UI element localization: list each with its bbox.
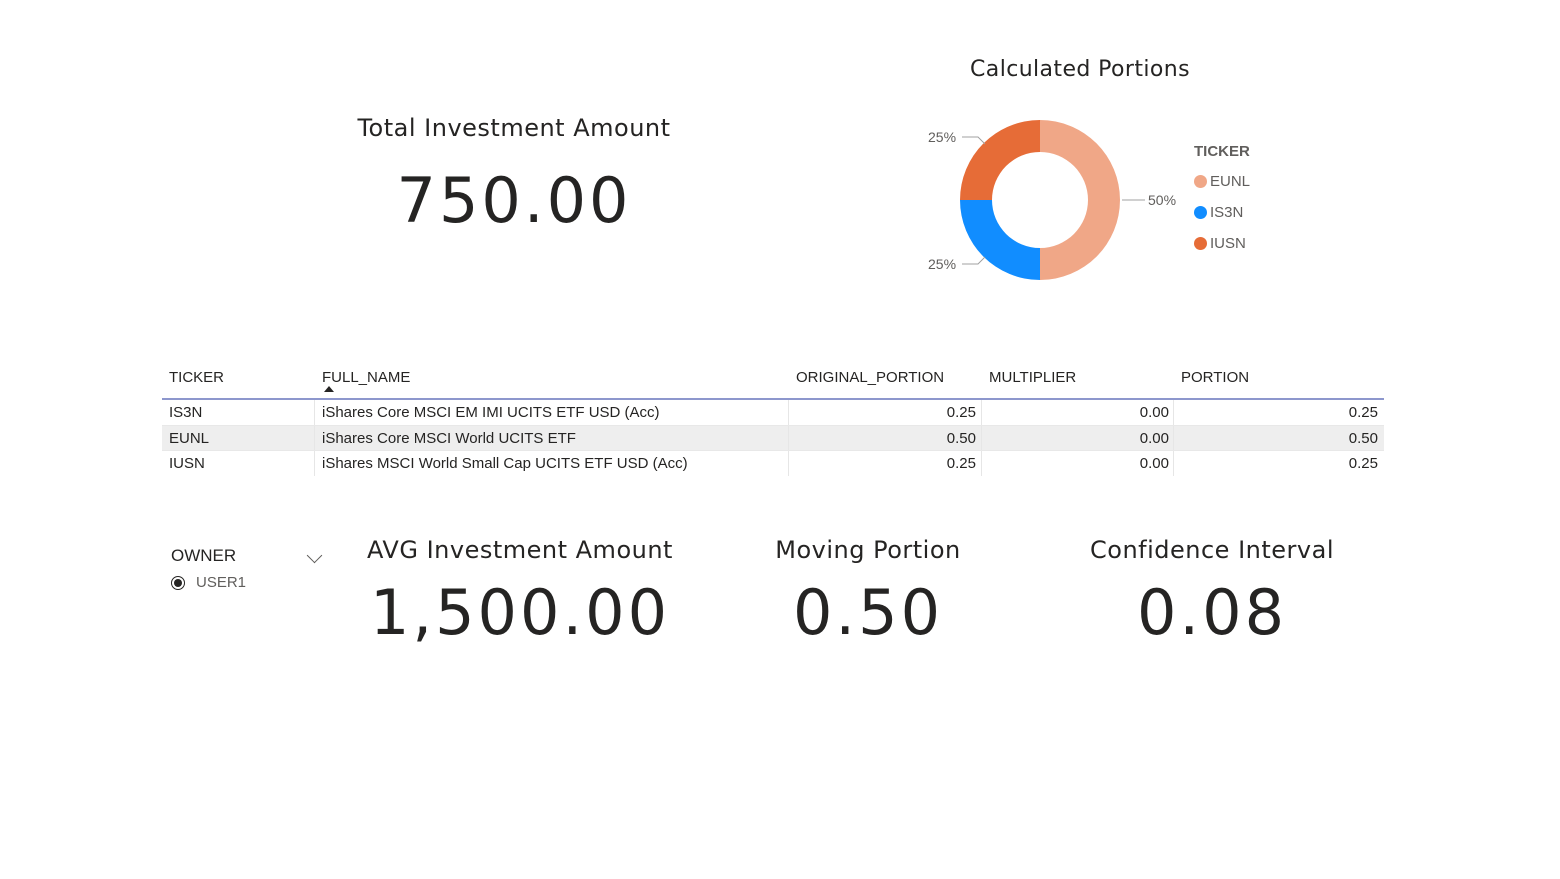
total-investment-title: Total Investment Amount bbox=[357, 114, 671, 142]
portfolio-table: TICKER FULL_NAME ORIGINAL_PORTION MULTIP… bbox=[162, 360, 1384, 476]
cell-portion: 0.25 bbox=[1348, 455, 1378, 472]
leader-line-iusn bbox=[962, 136, 986, 145]
avg-investment-card: AVG Investment Amount 1,500.00 bbox=[340, 536, 700, 649]
column-divider bbox=[788, 451, 789, 476]
cell-original-portion: 0.25 bbox=[946, 455, 976, 472]
owner-slicer: OWNER USER1 bbox=[171, 546, 331, 591]
legend-dot-eunl bbox=[1194, 175, 1207, 188]
cell-portion: 0.25 bbox=[1348, 404, 1378, 421]
radio-button[interactable] bbox=[171, 575, 185, 590]
leader-line-is3n bbox=[962, 256, 986, 265]
cell-ticker: IS3N bbox=[169, 404, 203, 421]
cell-multiplier: 0.00 bbox=[1139, 455, 1169, 472]
column-divider bbox=[981, 400, 982, 425]
column-divider bbox=[981, 425, 982, 450]
header-original-portion[interactable]: ORIGINAL_PORTION bbox=[796, 369, 944, 386]
donut-legend: TICKER EUNL IS3N IUSN bbox=[1194, 143, 1250, 259]
total-investment-card: Total Investment Amount 750.00 bbox=[314, 114, 714, 237]
donut-slice-is3n[interactable] bbox=[960, 200, 1040, 280]
calculated-portions-chart[interactable]: 50% 25% 25% Calculated Portions TICKER E… bbox=[900, 55, 1280, 305]
legend-item-iusn[interactable]: IUSN bbox=[1194, 228, 1250, 259]
table-header: TICKER FULL_NAME ORIGINAL_PORTION MULTIP… bbox=[162, 360, 1384, 400]
donut-title: Calculated Portions bbox=[970, 57, 1190, 82]
data-label-is3n: 25% bbox=[928, 256, 956, 272]
confidence-interval-title: Confidence Interval bbox=[1090, 536, 1334, 564]
legend-title: TICKER bbox=[1194, 143, 1250, 160]
column-divider bbox=[314, 451, 315, 476]
column-divider bbox=[1173, 400, 1174, 425]
header-multiplier[interactable]: MULTIPLIER bbox=[989, 369, 1076, 386]
cell-ticker: EUNL bbox=[169, 429, 210, 447]
slicer-option-user1[interactable]: USER1 bbox=[171, 574, 331, 591]
legend-label-iusn: IUSN bbox=[1210, 235, 1246, 252]
confidence-interval-card: Confidence Interval 0.08 bbox=[1062, 536, 1362, 649]
legend-item-is3n[interactable]: IS3N bbox=[1194, 197, 1250, 228]
confidence-interval-value: 0.08 bbox=[1136, 576, 1288, 649]
table-row[interactable]: IS3N iShares Core MSCI EM IMI UCITS ETF … bbox=[162, 400, 1384, 426]
avg-investment-title: AVG Investment Amount bbox=[367, 536, 673, 564]
moving-portion-title: Moving Portion bbox=[775, 536, 961, 564]
data-label-iusn: 25% bbox=[928, 129, 956, 145]
legend-label-eunl: EUNL bbox=[1210, 173, 1251, 190]
header-ticker[interactable]: TICKER bbox=[169, 369, 224, 386]
table-row[interactable]: IUSN iShares MSCI World Small Cap UCITS … bbox=[162, 451, 1384, 476]
donut-slice-iusn[interactable] bbox=[960, 120, 1040, 200]
moving-portion-value: 0.50 bbox=[792, 576, 944, 649]
column-divider bbox=[1173, 451, 1174, 476]
column-divider bbox=[788, 425, 789, 450]
cell-multiplier: 0.00 bbox=[1139, 404, 1169, 421]
legend-dot-iusn bbox=[1194, 237, 1207, 250]
data-label-eunl: 50% bbox=[1148, 192, 1176, 208]
legend-item-eunl[interactable]: EUNL bbox=[1194, 166, 1250, 197]
cell-ticker: IUSN bbox=[169, 455, 205, 472]
slicer-option-label: USER1 bbox=[196, 574, 247, 591]
radio-selected-dot bbox=[174, 578, 182, 587]
total-investment-value: 750.00 bbox=[396, 164, 632, 237]
sort-ascending-icon bbox=[324, 386, 334, 392]
column-divider bbox=[314, 425, 315, 450]
cell-original-portion: 0.25 bbox=[946, 404, 976, 421]
cell-portion: 0.50 bbox=[1348, 429, 1378, 447]
cell-full-name: iShares MSCI World Small Cap UCITS ETF U… bbox=[322, 455, 688, 472]
legend-dot-is3n bbox=[1194, 206, 1207, 219]
donut-slice-eunl[interactable] bbox=[1040, 120, 1120, 280]
legend-label-is3n: IS3N bbox=[1210, 204, 1244, 221]
moving-portion-card: Moving Portion 0.50 bbox=[718, 536, 1018, 649]
cell-full-name: iShares Core MSCI EM IMI UCITS ETF USD (… bbox=[322, 404, 660, 421]
cell-original-portion: 0.50 bbox=[946, 429, 976, 447]
cell-multiplier: 0.00 bbox=[1139, 429, 1169, 447]
header-portion[interactable]: PORTION bbox=[1181, 369, 1249, 386]
cell-full-name: iShares Core MSCI World UCITS ETF bbox=[322, 429, 576, 447]
header-full-name[interactable]: FULL_NAME bbox=[322, 369, 410, 386]
column-divider bbox=[981, 451, 982, 476]
column-divider bbox=[314, 400, 315, 425]
column-divider bbox=[788, 400, 789, 425]
column-divider bbox=[1173, 425, 1174, 450]
avg-investment-value: 1,500.00 bbox=[369, 576, 671, 649]
table-row[interactable]: EUNL iShares Core MSCI World UCITS ETF 0… bbox=[162, 425, 1384, 451]
